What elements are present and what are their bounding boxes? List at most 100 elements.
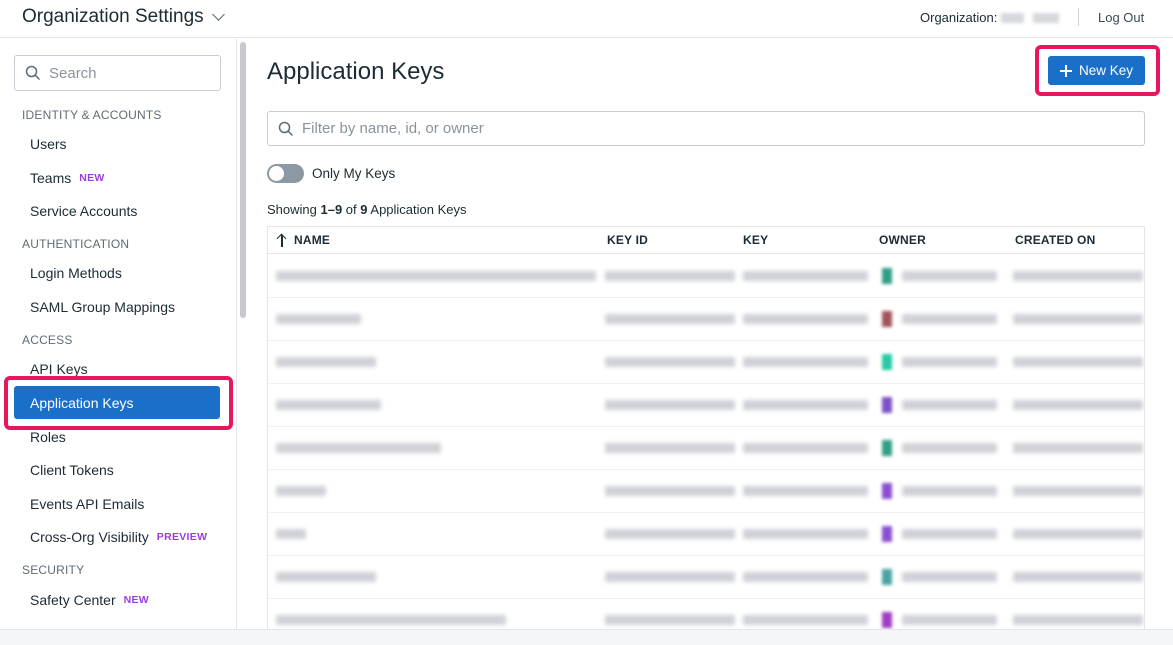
sidebar-item-safety-center[interactable]: Safety Center NEW	[30, 592, 149, 608]
table-row[interactable]	[268, 513, 1144, 556]
created-on-redacted	[1013, 400, 1143, 410]
sidebar-scrollbar[interactable]	[240, 42, 246, 318]
table-row[interactable]	[268, 298, 1144, 341]
owner-name-redacted	[902, 615, 997, 625]
owner-name-redacted	[902, 486, 997, 496]
key-id-redacted	[605, 314, 735, 324]
app-title: Organization Settings	[22, 6, 204, 27]
table-row[interactable]	[268, 427, 1144, 470]
sidebar-item-cross-org-visibility[interactable]: Cross-Org Visibility PREVIEW	[30, 529, 207, 545]
owner-avatar	[882, 397, 892, 413]
table-row[interactable]	[268, 556, 1144, 599]
owner-name-redacted	[902, 357, 997, 367]
created-on-redacted	[1013, 486, 1143, 496]
table-row[interactable]	[268, 470, 1144, 513]
toggle-knob	[269, 166, 284, 181]
new-key-button[interactable]: New Key	[1048, 56, 1145, 85]
owner-name-redacted	[902, 400, 997, 410]
table-row[interactable]	[268, 255, 1144, 298]
column-header-name[interactable]: NAME	[276, 233, 330, 247]
owner-avatar	[882, 483, 892, 499]
key-redacted	[743, 314, 868, 324]
filter-input[interactable]	[302, 120, 1122, 137]
key-name-redacted	[276, 529, 306, 539]
search-icon	[278, 121, 294, 136]
organization-indicator: Organization:	[920, 10, 1060, 25]
created-on-redacted	[1013, 529, 1143, 539]
only-my-keys-toggle[interactable]	[267, 164, 304, 183]
column-header-created-on[interactable]: CREATED ON	[1015, 233, 1095, 247]
sidebar-item-users[interactable]: Users	[30, 136, 67, 152]
key-redacted	[743, 400, 868, 410]
sidebar-search[interactable]	[14, 55, 221, 91]
owner-avatar	[882, 440, 892, 456]
key-name-redacted	[276, 486, 326, 496]
sidebar-item-roles[interactable]: Roles	[30, 429, 66, 445]
owner-name-redacted	[902, 529, 997, 539]
key-id-redacted	[605, 400, 735, 410]
created-on-redacted	[1013, 314, 1143, 324]
table-row[interactable]	[268, 341, 1144, 384]
key-redacted	[743, 271, 868, 281]
bottom-strip	[0, 629, 1173, 645]
sidebar-item-application-keys[interactable]: Application Keys	[14, 386, 220, 419]
column-header-label: CREATED ON	[1015, 233, 1096, 247]
key-id-redacted	[605, 615, 735, 625]
column-header-label: OWNER	[879, 233, 926, 247]
new-badge: NEW	[79, 172, 105, 184]
sidebar-search-input[interactable]	[49, 64, 209, 82]
sidebar-item-label: Application Keys	[30, 394, 134, 411]
sidebar-item-label: Roles	[30, 429, 66, 445]
key-name-redacted	[276, 400, 381, 410]
column-header-label: KEY ID	[607, 233, 648, 247]
sidebar-item-label: API Keys	[30, 361, 88, 377]
sidebar-item-label: Service Accounts	[30, 203, 138, 219]
only-my-keys-label: Only My Keys	[312, 166, 396, 181]
sidebar-item-service-accounts[interactable]: Service Accounts	[30, 203, 137, 219]
new-badge: NEW	[123, 594, 150, 606]
sidebar-item-label: Users	[30, 136, 67, 152]
sidebar-item-saml-group-mappings[interactable]: SAML Group Mappings	[30, 299, 175, 315]
sidebar-item-events-api-emails[interactable]: Events API Emails	[30, 496, 144, 512]
table-row[interactable]	[268, 599, 1144, 629]
table-header: NAME KEY ID KEY OWNER CREATED ON	[268, 227, 1144, 254]
column-header-label: KEY	[743, 233, 769, 247]
section-access: ACCESS	[22, 333, 73, 347]
section-authentication: AUTHENTICATION	[22, 237, 130, 251]
column-header-key-id[interactable]: KEY ID	[607, 233, 648, 247]
created-on-redacted	[1013, 572, 1143, 582]
key-id-redacted	[605, 443, 735, 453]
owner-name-redacted	[902, 443, 997, 453]
created-on-redacted	[1013, 615, 1143, 625]
column-header-owner[interactable]: OWNER	[879, 233, 926, 247]
key-name-redacted	[276, 357, 376, 367]
key-id-redacted	[605, 486, 735, 496]
organization-name-redacted	[1001, 12, 1060, 23]
sidebar-item-teams[interactable]: Teams NEW	[30, 170, 105, 186]
sidebar-item-label: Client Tokens	[30, 462, 114, 478]
created-on-redacted	[1013, 443, 1143, 453]
preview-badge: PREVIEW	[156, 531, 208, 543]
owner-avatar	[882, 569, 892, 585]
organization-label: Organization:	[920, 10, 998, 25]
showing-range: 1–9	[320, 202, 343, 217]
key-name-redacted	[276, 443, 441, 453]
sidebar-item-api-keys[interactable]: API Keys	[30, 361, 88, 377]
filter-field[interactable]	[267, 111, 1145, 146]
logout-link[interactable]: Log Out	[1098, 10, 1144, 25]
page-title: Application Keys	[267, 58, 445, 85]
results-count: Showing 1–9 of 9 Application Keys	[267, 202, 467, 217]
sidebar: IDENTITY & ACCOUNTS Users Teams NEW Serv…	[0, 39, 237, 629]
search-icon	[25, 65, 41, 81]
key-name-redacted	[276, 572, 376, 582]
chevron-down-icon	[211, 8, 225, 21]
table-row[interactable]	[268, 384, 1144, 427]
org-settings-menu[interactable]: Organization Settings	[22, 6, 225, 28]
sidebar-item-client-tokens[interactable]: Client Tokens	[30, 462, 114, 478]
column-header-key[interactable]: KEY	[743, 233, 768, 247]
key-id-redacted	[605, 271, 735, 281]
key-name-redacted	[276, 314, 361, 324]
sidebar-item-login-methods[interactable]: Login Methods	[30, 265, 122, 281]
key-id-redacted	[605, 572, 735, 582]
owner-name-redacted	[902, 271, 997, 281]
